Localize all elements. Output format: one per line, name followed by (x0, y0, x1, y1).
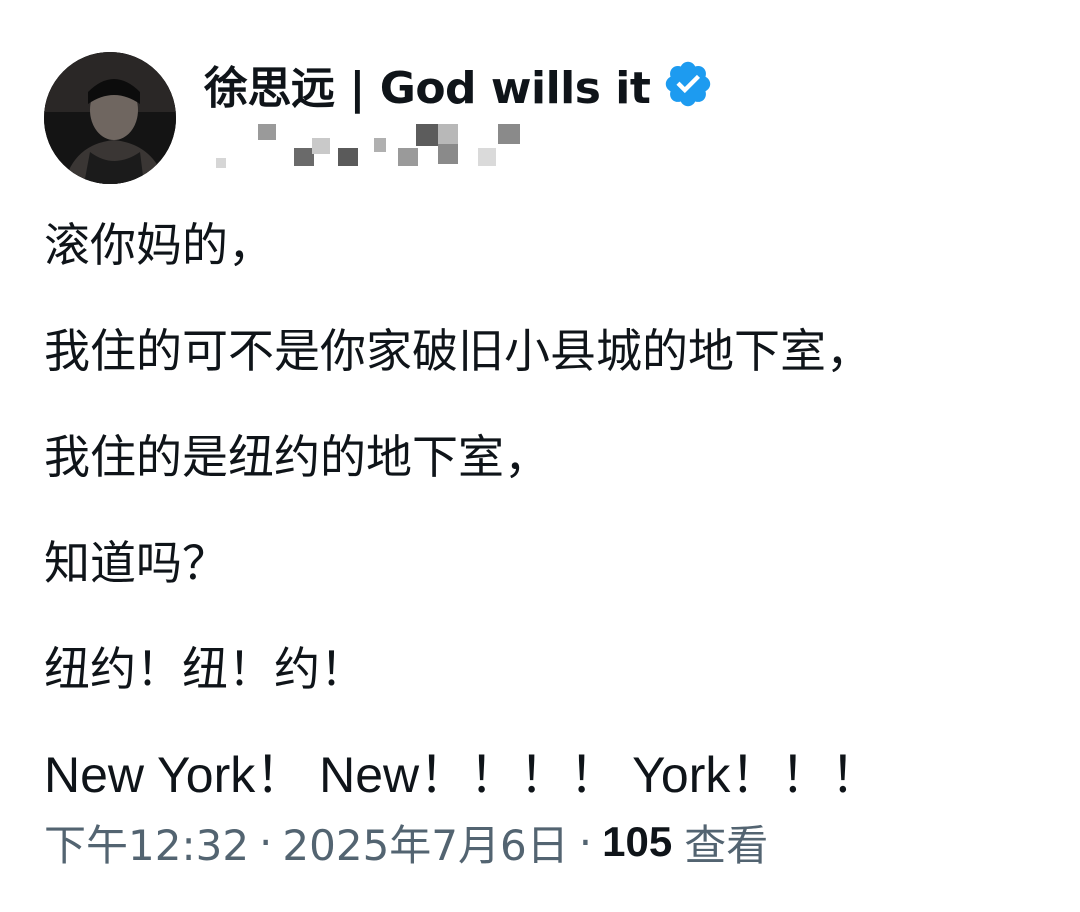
tweet-time[interactable]: 下午12:32 (44, 812, 249, 873)
tweet-meta: 下午12:32 · 2025年7月6日 · 105 查看 (44, 812, 768, 872)
tweet-line: 知道吗？ (44, 536, 228, 590)
tweet-card: 徐思远 | God wills it 滚你妈的， 我住的可不是你家破旧小县城的地… (0, 0, 1080, 912)
display-name[interactable]: 徐思远 | God wills it (204, 52, 651, 116)
views-count[interactable]: 105 (602, 818, 672, 866)
tweet-line: 滚你妈的， (44, 218, 274, 272)
tweet-line: New York！ New！！！！ York！！！ (44, 747, 881, 803)
tweet-line: 我住的是纽约的地下室， (44, 430, 550, 484)
avatar[interactable] (44, 52, 176, 184)
handle-obscured (216, 124, 526, 168)
avatar-photo (44, 52, 176, 184)
meta-separator: · (259, 817, 273, 867)
tweet-line: 我住的可不是你家破旧小县城的地下室， (44, 324, 872, 378)
author-header[interactable]: 徐思远 | God wills it (204, 54, 714, 114)
verified-badge-icon (662, 58, 714, 110)
tweet-text: 滚你妈的， 我住的可不是你家破旧小县城的地下室， 我住的是纽约的地下室， 知道吗… (44, 218, 1054, 854)
tweet-line: 纽约！纽！约！ (44, 642, 366, 696)
views-label[interactable]: 查看 (684, 812, 768, 873)
meta-separator: · (578, 817, 593, 867)
tweet-date[interactable]: 2025年7月6日 (282, 812, 568, 873)
